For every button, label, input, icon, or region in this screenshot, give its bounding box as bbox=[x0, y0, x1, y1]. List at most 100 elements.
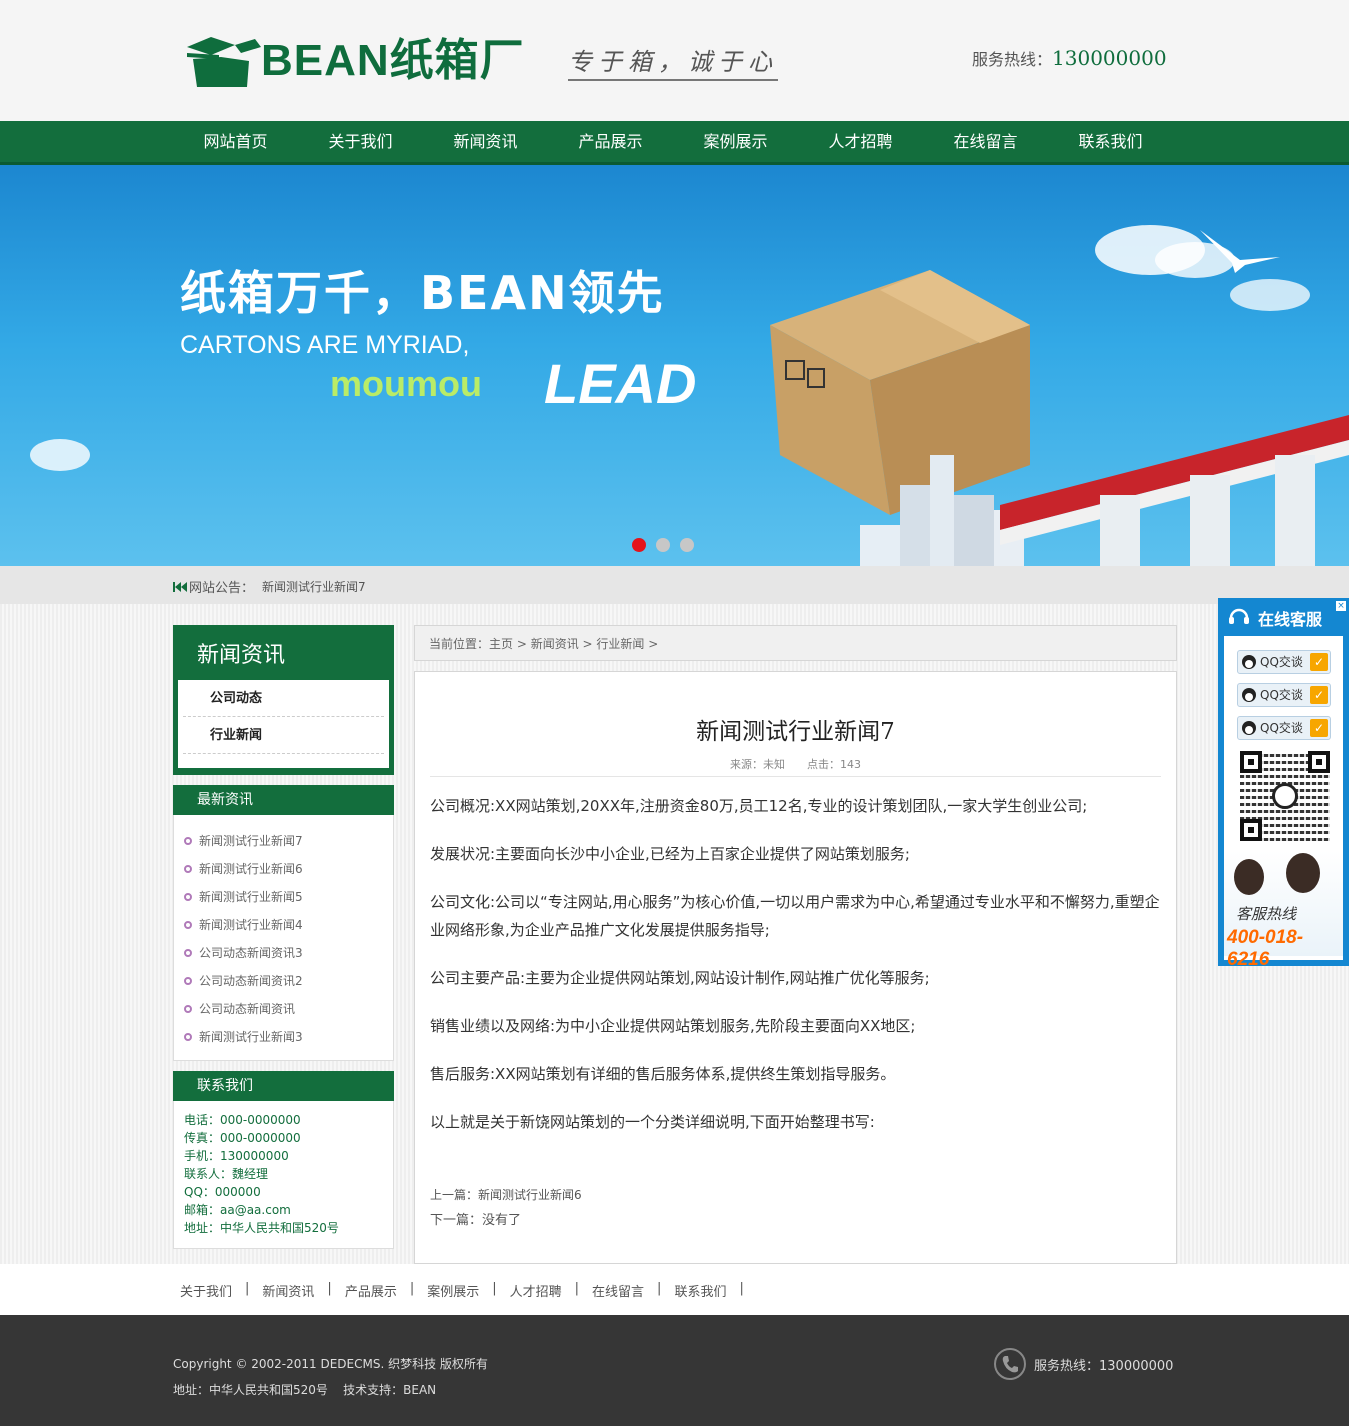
rewind-icon bbox=[173, 581, 187, 593]
list-item-label: 新闻测试行业新闻3 bbox=[199, 1030, 303, 1044]
list-item-label: 新闻测试行业新闻5 bbox=[199, 890, 303, 904]
slider-dot-3[interactable] bbox=[680, 538, 694, 552]
list-item[interactable]: 新闻测试行业新闻6 bbox=[184, 855, 393, 883]
separator: | bbox=[574, 1281, 580, 1296]
list-item[interactable]: 新闻测试行业新闻4 bbox=[184, 911, 393, 939]
check-icon: ✓ bbox=[1310, 719, 1328, 737]
next-article-label: 下一篇：没有了 bbox=[430, 1213, 522, 1228]
phone-icon bbox=[994, 1348, 1026, 1380]
banner-subline-2: moumou bbox=[330, 363, 482, 404]
list-item[interactable]: 新闻测试行业新闻7 bbox=[184, 827, 393, 855]
list-item[interactable]: 公司动态新闻资讯2 bbox=[184, 967, 393, 995]
qr-corner-icon bbox=[1240, 751, 1262, 773]
close-icon[interactable]: × bbox=[1336, 601, 1346, 611]
prev-article-link[interactable]: 新闻测试行业新闻6 bbox=[478, 1188, 582, 1202]
service-hotline-number: 400-018-6216 bbox=[1227, 927, 1304, 970]
notice-label: 网站公告： bbox=[189, 581, 255, 596]
nav-item-cases[interactable]: 案例展示 bbox=[673, 121, 798, 163]
service-hotline-label: 客服热线 bbox=[1236, 905, 1297, 923]
bullet-icon bbox=[184, 949, 192, 957]
nav-item-message[interactable]: 在线留言 bbox=[923, 121, 1048, 163]
list-item[interactable]: 新闻测试行业新闻3 bbox=[184, 1023, 393, 1051]
footer-link-jobs[interactable]: 人才招聘 bbox=[510, 1281, 562, 1300]
article-paragraph: 公司主要产品:主要为企业提供网站策划,网站设计制作,网站推广优化等服务; bbox=[430, 969, 930, 987]
sidebar-item-industry-news[interactable]: 行业新闻 bbox=[183, 717, 384, 754]
article-body: 公司概况:XX网站策划,20XX年,注册资金80万,员工12名,专业的设计策划团… bbox=[430, 792, 1165, 1156]
breadcrumb-home[interactable]: 主页 bbox=[489, 637, 513, 651]
qq-chat-label: QQ交谈 bbox=[1260, 655, 1303, 669]
hotline-number: 130000000 bbox=[1052, 46, 1167, 70]
qq-chat-button[interactable]: QQ交谈 ✓ bbox=[1237, 716, 1331, 740]
article-source: 来源：未知 bbox=[730, 758, 785, 771]
site-header: BEAN纸箱厂 专于箱，诚于心 服务热线：130000000 bbox=[0, 0, 1349, 121]
customer-service-image: 客服热线 400-018-6216 bbox=[1224, 851, 1343, 970]
banner-headline: 纸箱万千，BEAN领先 bbox=[180, 266, 665, 320]
article-paragraph: 以上就是关于新饶网站策划的一个分类详细说明,下面开始整理书写: bbox=[430, 1113, 875, 1131]
qq-chat-button[interactable]: QQ交谈 ✓ bbox=[1237, 650, 1331, 674]
notice-bar: 网站公告： 新闻测试行业新闻7 bbox=[0, 566, 1349, 604]
footer-link-cases[interactable]: 案例展示 bbox=[427, 1281, 479, 1300]
nav-item-products[interactable]: 产品展示 bbox=[548, 121, 673, 163]
separator: | bbox=[409, 1281, 415, 1296]
bullet-icon bbox=[184, 865, 192, 873]
nav-item-news[interactable]: 新闻资讯 bbox=[423, 121, 548, 163]
breadcrumb-industry[interactable]: 行业新闻 bbox=[596, 637, 644, 651]
slider-dots bbox=[632, 538, 694, 552]
footer-link-message[interactable]: 在线留言 bbox=[592, 1281, 644, 1300]
contact-email: 邮箱：aa@aa.com bbox=[184, 1203, 291, 1217]
list-item-label: 新闻测试行业新闻7 bbox=[199, 834, 303, 848]
qq-chat-label: QQ交谈 bbox=[1260, 721, 1303, 735]
check-icon: ✓ bbox=[1310, 686, 1328, 704]
notice-link[interactable]: 新闻测试行业新闻7 bbox=[262, 578, 366, 595]
breadcrumb-label: 当前位置： bbox=[429, 637, 490, 651]
footer-link-products[interactable]: 产品展示 bbox=[345, 1281, 397, 1300]
article-clicks: 点击：143 bbox=[807, 758, 861, 771]
prev-label: 上一篇： bbox=[430, 1188, 479, 1202]
slider-dot-1[interactable] bbox=[632, 538, 646, 552]
nav-item-contact[interactable]: 联系我们 bbox=[1048, 121, 1173, 163]
list-item-label: 新闻测试行业新闻4 bbox=[199, 918, 303, 932]
list-item[interactable]: 新闻测试行业新闻5 bbox=[184, 883, 393, 911]
nav-item-about[interactable]: 关于我们 bbox=[298, 121, 423, 163]
nav-item-home[interactable]: 网站首页 bbox=[173, 121, 298, 163]
bullet-icon bbox=[184, 1005, 192, 1013]
latest-news-title: 最新资讯 bbox=[173, 785, 394, 815]
contact-qq: QQ：000000 bbox=[184, 1185, 261, 1199]
list-item-label: 公司动态新闻资讯 bbox=[199, 1002, 296, 1016]
qq-penguin-icon bbox=[1242, 655, 1256, 669]
footer-link-news[interactable]: 新闻资讯 bbox=[262, 1281, 314, 1300]
article-meta: 来源：未知 点击：143 bbox=[415, 756, 1176, 772]
box-logo-icon bbox=[185, 33, 261, 89]
headset-icon bbox=[1228, 607, 1250, 627]
list-item-label: 新闻测试行业新闻6 bbox=[199, 862, 303, 876]
header-hotline: 服务热线：130000000 bbox=[972, 46, 1167, 70]
separator: | bbox=[739, 1281, 744, 1296]
footer-link-about[interactable]: 关于我们 bbox=[180, 1281, 232, 1300]
logo-text: BEAN纸箱厂 bbox=[261, 36, 525, 85]
list-item[interactable]: 公司动态新闻资讯3 bbox=[184, 939, 393, 967]
qq-chat-button[interactable]: QQ交谈 ✓ bbox=[1237, 683, 1331, 707]
contact-box: 联系我们 电话：000-0000000 传真：000-0000000 手机：13… bbox=[173, 1071, 394, 1249]
footer-link-contact[interactable]: 联系我们 bbox=[674, 1281, 726, 1300]
article: 新闻测试行业新闻7 来源：未知 点击：143 公司概况:XX网站策划,20XX年,… bbox=[414, 671, 1177, 1264]
sidebar-category-box: 新闻资讯 公司动态 行业新闻 bbox=[173, 625, 394, 775]
service-person-icon bbox=[1234, 859, 1264, 895]
qr-corner-icon bbox=[1240, 819, 1262, 841]
qq-chat-label: QQ交谈 bbox=[1260, 688, 1303, 702]
bullet-icon bbox=[184, 1033, 192, 1041]
article-paragraph: 公司概况:XX网站策划,20XX年,注册资金80万,员工12名,专业的设计策划团… bbox=[430, 797, 1088, 815]
slider-dot-2[interactable] bbox=[656, 538, 670, 552]
online-service-title: 在线客服 bbox=[1258, 610, 1323, 629]
hero-banner[interactable]: 纸箱万千，BEAN领先 CARTONS ARE MYRIAD, moumou L… bbox=[0, 165, 1349, 566]
breadcrumb-news[interactable]: 新闻资讯 bbox=[531, 637, 579, 651]
contact-person: 联系人：魏经理 bbox=[184, 1167, 269, 1181]
check-icon: ✓ bbox=[1310, 653, 1328, 671]
sidebar-category-title: 新闻资讯 bbox=[197, 643, 286, 668]
site-logo[interactable]: BEAN纸箱厂 bbox=[185, 33, 525, 89]
list-item[interactable]: 公司动态新闻资讯 bbox=[184, 995, 393, 1023]
nav-item-jobs[interactable]: 人才招聘 bbox=[798, 121, 923, 163]
sidebar-item-company-news[interactable]: 公司动态 bbox=[183, 680, 384, 717]
contact-address: 地址：中华人民共和国520号 bbox=[184, 1221, 339, 1235]
main-nav: 网站首页 关于我们 新闻资讯 产品展示 案例展示 人才招聘 在线留言 联系我们 bbox=[0, 121, 1349, 165]
footer-links: 关于我们 | 新闻资讯 | 产品展示 | 案例展示 | 人才招聘 | 在线留言 | 联系我们… bbox=[0, 1264, 1349, 1315]
